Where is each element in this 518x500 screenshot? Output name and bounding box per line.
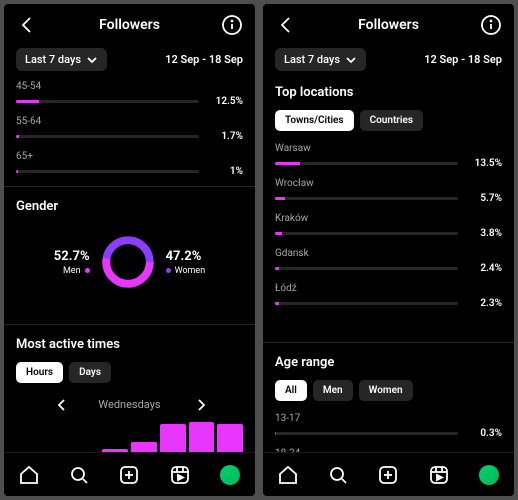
bar-row: Łódź 2.3% bbox=[275, 283, 502, 309]
bar-label: Gdansk bbox=[275, 248, 502, 259]
bar-row: 13-17 0.3% bbox=[275, 413, 502, 439]
bar-track bbox=[275, 197, 458, 200]
bar-pct: 2.4% bbox=[468, 263, 502, 274]
tab-men[interactable]: Men bbox=[313, 380, 353, 401]
bar-pct: 12.5% bbox=[209, 96, 243, 107]
bar-pct: 1.7% bbox=[209, 131, 243, 142]
period-label: Last 7 days bbox=[284, 53, 340, 66]
header: Followers bbox=[4, 4, 255, 44]
bar-row: Kraków 3.8% bbox=[275, 213, 502, 239]
nav-profile-icon[interactable] bbox=[478, 464, 500, 486]
period-label: Last 7 days bbox=[25, 53, 81, 66]
bar-track bbox=[16, 135, 199, 138]
bottom-nav bbox=[263, 452, 514, 496]
tab-women[interactable]: Women bbox=[359, 380, 413, 401]
nav-search-icon[interactable] bbox=[68, 464, 90, 486]
bar-row: Wrocław 5.7% bbox=[275, 178, 502, 204]
bar-track bbox=[275, 432, 458, 435]
nav-home-icon[interactable] bbox=[18, 464, 40, 486]
gender-title: Gender bbox=[16, 199, 243, 214]
bar-label: 55-64 bbox=[16, 116, 243, 127]
bar-pct: 2.3% bbox=[468, 298, 502, 309]
locations-section: Top locations Towns/Cities Countries Wars… bbox=[275, 85, 502, 332]
day-label: Wednesdays bbox=[98, 398, 160, 411]
dot-men bbox=[85, 268, 90, 273]
nav-create-icon[interactable] bbox=[377, 464, 399, 486]
age-title: Age range bbox=[275, 355, 502, 370]
bar-track bbox=[16, 100, 199, 103]
bar-pct: 5.7% bbox=[468, 193, 502, 204]
header: Followers bbox=[263, 4, 514, 44]
nav-search-icon[interactable] bbox=[327, 464, 349, 486]
tab-hours[interactable]: Hours bbox=[16, 362, 63, 383]
back-icon[interactable] bbox=[275, 14, 297, 36]
chevron-down-icon bbox=[86, 54, 98, 66]
subheader: Last 7 days 12 Sep - 18 Sep bbox=[263, 44, 514, 81]
subheader: Last 7 days 12 Sep - 18 Sep bbox=[4, 44, 255, 81]
divider bbox=[4, 324, 255, 325]
active-title: Most active times bbox=[16, 337, 243, 352]
bar-label: 65+ bbox=[16, 151, 243, 162]
bar-label: Wrocław bbox=[275, 178, 502, 189]
gender-women: 47.2% Women bbox=[166, 249, 206, 276]
gender-men: 52.7% Men bbox=[54, 249, 90, 276]
tab-days[interactable]: Days bbox=[69, 362, 111, 383]
bar-track bbox=[275, 232, 458, 235]
bar-row: 55-64 1.7% bbox=[16, 116, 243, 142]
date-range: 12 Sep - 18 Sep bbox=[424, 53, 502, 66]
gender-section: Gender 52.7% Men 47.2% Women bbox=[16, 199, 243, 314]
day-nav: Wednesdays bbox=[16, 395, 243, 414]
nav-reels-icon[interactable] bbox=[169, 464, 191, 486]
bar-track bbox=[275, 267, 458, 270]
info-icon[interactable] bbox=[221, 14, 243, 36]
nav-home-icon[interactable] bbox=[277, 464, 299, 486]
bar-row: Gdansk 2.4% bbox=[275, 248, 502, 274]
bar-track bbox=[16, 170, 199, 173]
locations-title: Top locations bbox=[275, 85, 502, 100]
bar-label: Kraków bbox=[275, 213, 502, 224]
bar-track bbox=[275, 162, 458, 165]
bar-row: Warsaw 13.5% bbox=[275, 143, 502, 169]
tab-all[interactable]: All bbox=[275, 380, 307, 401]
bar-pct: 1% bbox=[209, 166, 243, 177]
nav-profile-icon[interactable] bbox=[219, 464, 241, 486]
bar-pct: 0.3% bbox=[468, 428, 502, 439]
next-day-icon[interactable] bbox=[191, 395, 207, 414]
page-title: Followers bbox=[297, 17, 480, 33]
bar-label: Warsaw bbox=[275, 143, 502, 154]
bar-track bbox=[275, 302, 458, 305]
bottom-nav bbox=[4, 452, 255, 496]
bar-row: 45-54 12.5% bbox=[16, 81, 243, 107]
content-scroll[interactable]: Top locations Towns/Cities Countries Wars… bbox=[263, 81, 514, 496]
period-dropdown[interactable]: Last 7 days bbox=[275, 48, 366, 71]
prev-day-icon[interactable] bbox=[52, 395, 68, 414]
screen-followers-2: Followers Last 7 days 12 Sep - 18 Sep To… bbox=[263, 4, 514, 496]
gender-donut-chart bbox=[100, 234, 156, 290]
bar-label: 45-54 bbox=[16, 81, 243, 92]
back-icon[interactable] bbox=[16, 14, 38, 36]
dot-women bbox=[166, 268, 171, 273]
bar-pct: 3.8% bbox=[468, 228, 502, 239]
nav-create-icon[interactable] bbox=[118, 464, 140, 486]
period-dropdown[interactable]: Last 7 days bbox=[16, 48, 107, 71]
screen-followers-1: Followers Last 7 days 12 Sep - 18 Sep 45… bbox=[4, 4, 255, 496]
info-icon[interactable] bbox=[480, 14, 502, 36]
divider bbox=[263, 342, 514, 343]
tab-countries[interactable]: Countries bbox=[360, 110, 423, 131]
content-scroll[interactable]: 45-54 12.5% 55-64 1.7% 65+ 1% Gender 52.… bbox=[4, 81, 255, 496]
bar-label: Łódź bbox=[275, 283, 502, 294]
page-title: Followers bbox=[38, 17, 221, 33]
nav-reels-icon[interactable] bbox=[428, 464, 450, 486]
date-range: 12 Sep - 18 Sep bbox=[165, 53, 243, 66]
chevron-down-icon bbox=[345, 54, 357, 66]
bar-row: 65+ 1% bbox=[16, 151, 243, 177]
bar-label: 13-17 bbox=[275, 413, 502, 424]
bar-pct: 13.5% bbox=[468, 158, 502, 169]
tab-townscities[interactable]: Towns/Cities bbox=[275, 110, 354, 131]
divider bbox=[4, 186, 255, 187]
